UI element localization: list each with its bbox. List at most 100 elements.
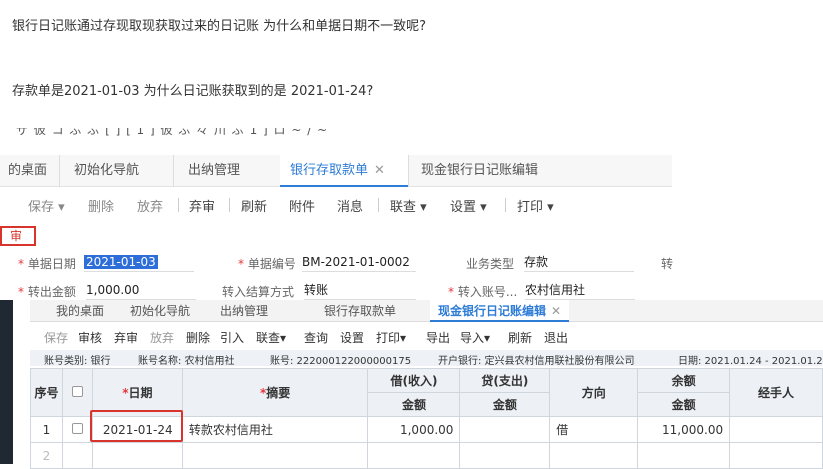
header-seq: 序号 <box>30 368 63 417</box>
header-balance: 余额 <box>637 368 731 393</box>
date-highlight-box <box>90 410 183 442</box>
header-summary[interactable]: *摘要 <box>181 368 369 417</box>
row-handler[interactable] <box>729 442 823 469</box>
row-direction[interactable]: 借 <box>549 416 639 443</box>
row-direction[interactable] <box>549 442 639 469</box>
row-seq: 1 <box>30 416 63 443</box>
row-balance <box>637 442 731 469</box>
row-select <box>61 416 93 443</box>
row-debit[interactable]: 1,000.00 <box>367 416 461 443</box>
header-debit-amount: 金额 <box>367 392 461 417</box>
delete-button[interactable]: 删除 <box>88 196 114 215</box>
header-debit: 借(收入) <box>367 368 461 393</box>
cropped-text-line: ザ 仮 コ ぷ ぷ [ ] [ 1 ] 仮 ぷ 々 川 ぷ 1 ] ロ ~ / … <box>16 128 329 137</box>
header-handler: 经手人 <box>729 368 823 417</box>
bank-name: 开户银行: 定兴县农村信用联社股份有限公司 <box>438 356 635 367</box>
exit-button[interactable]: 退出 <box>544 329 568 346</box>
tab-cashier[interactable]: 出纳管理 <box>174 155 274 187</box>
type-field[interactable]: 存款 <box>524 252 634 272</box>
tab-bank-deposit-form[interactable]: 银行存取款单 ✕ <box>280 155 408 187</box>
date-range: 日期: 2021.01.24 - 2021.01.24 <box>678 356 823 367</box>
abandon-button[interactable]: 放弃 <box>150 329 174 346</box>
table-row[interactable]: 2 <box>30 442 823 469</box>
query-button[interactable]: 查询 <box>304 329 328 346</box>
export-button[interactable]: 导出 <box>426 329 450 346</box>
row-credit[interactable] <box>459 442 551 469</box>
tab-bank-deposit-form[interactable]: 银行存取款单 <box>324 300 396 322</box>
chevron-down-icon: ▾ <box>420 200 427 215</box>
header-select-all <box>61 368 93 417</box>
date-field[interactable]: 2021-01-03 <box>84 252 194 272</box>
save-button[interactable]: 保存 ▾ <box>28 196 65 215</box>
refresh-button[interactable]: 刷新 <box>508 329 532 346</box>
row-handler[interactable] <box>729 416 823 443</box>
type-label: 业务类型 <box>466 257 515 271</box>
save-button[interactable]: 保存 <box>44 329 68 346</box>
row-seq: 2 <box>30 442 63 469</box>
account-info-bar: 账号类别: 银行 账号名称: 农村信用社 账号: 222000122000000… <box>30 350 823 367</box>
refresh-button[interactable]: 刷新 <box>241 196 267 215</box>
chevron-down-icon: ▾ <box>58 200 65 215</box>
tab-init-nav[interactable]: 初始化导航 <box>60 155 174 187</box>
tab-bar: 的桌面 初始化导航 出纳管理 银行存取款单 ✕ 现金银行日记账编辑 <box>0 155 672 187</box>
tab-init-nav[interactable]: 初始化导航 <box>130 300 190 322</box>
unaudit-button[interactable]: 弃审 <box>189 196 215 215</box>
import-button[interactable]: 导入▾ <box>460 329 490 346</box>
method-field[interactable]: 转账 <box>304 280 416 300</box>
account-name: 账号名称: 农村信用社 <box>138 356 235 367</box>
tab-journal-edit[interactable]: 现金银行日记账编辑 ✕ <box>430 300 570 322</box>
date-label: * 单据日期 <box>18 257 76 271</box>
toolbar: 保存 审核 弃审 放弃 删除 引入 联查▾ 查询 设置 打印▾ 导出 导入▾ 刷… <box>30 324 823 348</box>
divider <box>178 198 179 212</box>
status-badge: 审 <box>0 226 36 246</box>
import-in-button[interactable]: 引入 <box>220 329 244 346</box>
tab-journal-edit[interactable]: 现金银行日记账编辑 <box>408 155 568 187</box>
question-line-1: 银行日记账通过存现取现获取过来的日记账 为什么和单据日期不一致呢? <box>12 19 427 34</box>
row-debit[interactable] <box>367 442 461 469</box>
chevron-down-icon: ▾ <box>547 200 554 215</box>
tab-cashier[interactable]: 出纳管理 <box>220 300 268 322</box>
number-label: * 单据编号 <box>238 257 296 271</box>
abandon-button[interactable]: 放弃 <box>137 196 163 215</box>
divider <box>505 198 506 212</box>
print-button[interactable]: 打印▾ <box>376 329 406 346</box>
method-label: 转入结算方式 <box>222 285 295 299</box>
delete-button[interactable]: 删除 <box>186 329 210 346</box>
row-summary[interactable]: 转款农村信用社 <box>181 416 369 443</box>
audit-button[interactable]: 审核 <box>78 329 102 346</box>
row-checkbox[interactable] <box>71 422 83 434</box>
amount-field[interactable]: 1,000.00 <box>86 280 196 300</box>
message-button[interactable]: 消息 <box>337 196 363 215</box>
link-query-button[interactable]: 联查▾ <box>256 329 286 346</box>
close-icon[interactable]: ✕ <box>374 163 385 178</box>
header-balance-amount: 金额 <box>637 392 731 417</box>
account-number: 账号: 222000122000000175 <box>270 356 412 367</box>
link-query-button[interactable]: 联查 ▾ <box>390 196 427 215</box>
tab-my-desktop[interactable]: 我的桌面 <box>56 300 104 322</box>
select-all-checkbox[interactable] <box>71 385 83 397</box>
number-field[interactable]: BM-2021-01-0002 <box>302 252 416 272</box>
settings-button[interactable]: 设置 <box>340 329 364 346</box>
header-credit-amount: 金额 <box>459 392 551 417</box>
window-edge <box>0 300 13 464</box>
tab-desktop[interactable]: 的桌面 <box>0 155 60 187</box>
account-label: * 转入账号... <box>448 285 518 299</box>
account-field[interactable]: 农村信用社 <box>525 280 635 300</box>
transfer-label: 转 <box>661 257 674 271</box>
header-direction: 方向 <box>549 368 639 417</box>
row-select <box>61 442 93 469</box>
row-date[interactable] <box>91 442 183 469</box>
attachment-button[interactable]: 附件 <box>289 196 315 215</box>
row-summary[interactable] <box>181 442 369 469</box>
settings-button[interactable]: 设置 ▾ <box>450 196 487 215</box>
deposit-form-window: 的桌面 初始化导航 出纳管理 银行存取款单 ✕ 现金银行日记账编辑 保存 ▾ 删除… <box>0 155 674 305</box>
toolbar: 保存 ▾ 删除 放弃 弃审 刷新 附件 消息 联查 ▾ 设置 ▾ 打印 ▾ <box>0 188 672 220</box>
header-credit: 贷(支出) <box>459 368 551 393</box>
print-button[interactable]: 打印 ▾ <box>517 196 554 215</box>
unaudit-button[interactable]: 弃审 <box>114 329 138 346</box>
row-credit[interactable] <box>459 416 551 443</box>
account-category: 账号类别: 银行 <box>44 356 111 367</box>
row-balance: 11,000.00 <box>637 416 731 443</box>
amount-label: * 转出金额 <box>18 285 76 299</box>
close-icon[interactable]: ✕ <box>551 304 561 318</box>
